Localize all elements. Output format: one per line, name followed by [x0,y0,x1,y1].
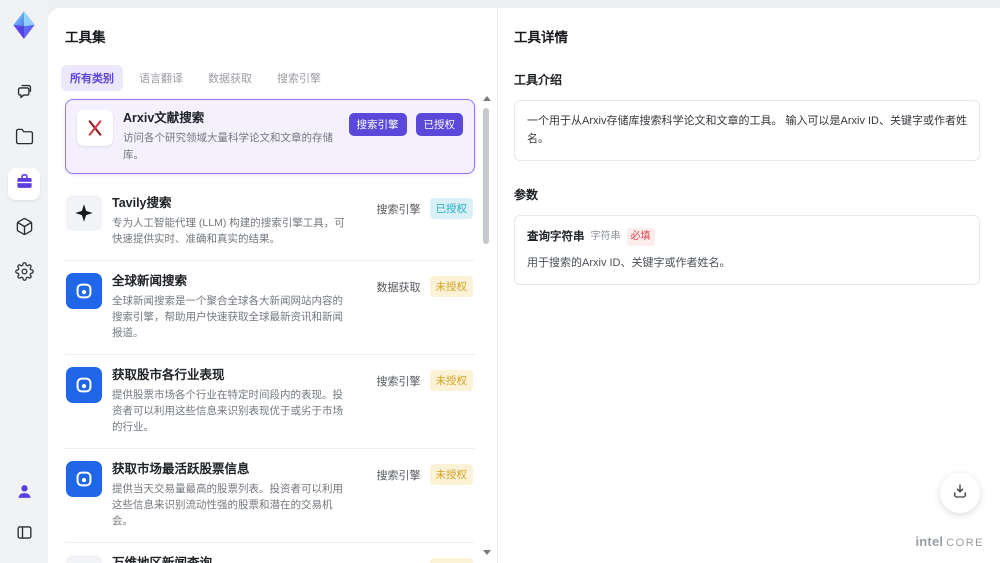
auth-status-badge: 未授权 [429,369,473,391]
tool-card-regional-news[interactable]: 万维地区新闻查询 查询具体行政区划内的新闻，快速了解各地新闻动 搜索引擎 未授权 [65,543,475,563]
tool-card-global-news[interactable]: 全球新闻搜索 全球新闻搜索是一个聚合全球各大新闻网站内容的搜索引擎，帮助用户快速… [65,261,475,355]
stock-search-icon [66,460,102,497]
category-badge: 搜索引擎 [348,113,407,136]
sidebar-item-tools[interactable] [8,168,40,200]
tool-name: 万维地区新闻查询 [112,555,213,563]
auth-status-badge: 已授权 [429,197,473,219]
auth-status-badge: 已授权 [415,113,463,136]
brand-core: core [946,537,984,549]
folder-icon [15,127,34,151]
category-label: 搜索引擎 [377,558,421,563]
scroll-down-arrow-icon[interactable] [483,550,491,555]
gear-icon [14,262,34,286]
intro-box: 一个用于从Arxiv存储库搜索科学论文和文章的工具。 输入可以是Arxiv ID… [514,100,980,162]
news-search-icon [66,272,102,309]
auth-status-badge: 未授权 [429,557,473,563]
tool-description: 提供当天交易量最高的股票列表。投资者可以利用这些信息来识别流动性强的股票和潜在的… [112,482,343,528]
tool-description: 提供股票市场各个行业在特定时间段内的表现。投资者可以利用这些信息来识别表现优于或… [112,388,343,434]
tool-card-arxiv[interactable]: Arxiv文献搜索 访问各个研究领域大量科学论文和文章的存储库。 搜索引擎 已授… [65,99,475,174]
panel-toggle-icon [15,523,34,547]
download-button[interactable] [940,473,980,513]
tool-name: 全球新闻搜索 [112,273,188,288]
chat-icon [15,82,34,106]
tool-description: 访问各个研究领域大量科学论文和文章的存储库。 [123,132,333,161]
param-required-badge: 必填 [626,228,655,247]
main-shell: 工具集 所有类别 语言翻译 数据获取 搜索引擎 Arxiv文献搜索 访问各个研究… [48,8,1000,563]
scrollbar-thumb[interactable] [483,108,489,244]
param-box: 查询字符串 字符串 必填 用于搜索的Arxiv ID、关键字或作者姓名。 [514,215,980,286]
tool-name: 获取市场最活跃股票信息 [112,461,250,476]
sidebar-item-settings[interactable] [8,258,40,290]
newspaper-icon [66,554,102,563]
sidebar-item-chat[interactable] [8,78,40,110]
avatar-icon [15,482,34,506]
param-type: 字符串 [590,231,621,243]
list-scrollbar[interactable] [482,96,491,555]
intel-core-logo: intel core [915,534,984,549]
category-label: 数据获取 [376,281,421,294]
details-title: 工具详情 [514,30,568,45]
user-avatar[interactable] [8,478,40,510]
download-icon [951,482,969,505]
collapse-sidebar-button[interactable] [8,519,40,551]
tool-description: 全球新闻搜索是一个聚合全球各大新闻网站内容的搜索引擎，帮助用户快速获取全球最新资… [112,294,343,340]
sidebar-item-files[interactable] [8,123,40,155]
arxiv-logo-icon [77,110,113,146]
left-rail [0,0,48,563]
tab-search-engine[interactable]: 搜索引擎 [268,65,330,91]
tool-list: Arxiv文献搜索 访问各个研究领域大量科学论文和文章的存储库。 搜索引擎 已授… [65,99,475,563]
tool-card-sector-performance[interactable]: 获取股市各行业表现 提供股票市场各个行业在特定时间段内的表现。投资者可以利用这些… [65,355,475,449]
tab-language-translation[interactable]: 语言翻译 [130,65,192,91]
params-heading: 参数 [514,188,539,203]
scroll-up-arrow-icon[interactable] [483,96,491,101]
auth-status-badge: 未授权 [429,275,473,297]
tool-name: Tavily搜索 [112,195,172,210]
tavily-star-icon [66,194,102,231]
category-tabs: 所有类别 语言翻译 数据获取 搜索引擎 [61,65,497,91]
tab-data-acquisition[interactable]: 数据获取 [199,65,261,91]
param-description: 用于搜索的Arxiv ID、关键字或作者姓名。 [527,256,731,269]
cube-icon [15,217,34,241]
tool-details-pane: 工具详情 工具介绍 一个用于从Arxiv存储库搜索科学论文和文章的工具。 输入可… [498,8,1000,563]
tool-card-tavily[interactable]: Tavily搜索 专为人工智能代理 (LLM) 构建的搜索引擎工具，可快速提供实… [65,183,475,261]
tab-all-categories[interactable]: 所有类别 [61,65,123,91]
briefcase-icon [15,172,34,196]
intro-heading: 工具介绍 [514,73,563,87]
tool-description: 专为人工智能代理 (LLM) 构建的搜索引擎工具，可快速提供实时、准确和真实的结… [112,217,345,246]
app-logo-gem-icon [7,8,41,42]
category-label: 搜索引擎 [376,375,421,388]
sidebar-item-plugins[interactable] [8,213,40,245]
category-label: 搜索引擎 [376,203,421,216]
tool-name: 获取股市各行业表现 [112,367,225,382]
param-name: 查询字符串 [527,231,585,244]
tool-name: Arxiv文献搜索 [123,111,205,125]
stock-search-icon [66,366,102,403]
brand-intel: intel [915,534,944,549]
auth-status-badge: 未授权 [429,463,473,485]
tool-card-most-active-stocks[interactable]: 获取市场最活跃股票信息 提供当天交易量最高的股票列表。投资者可以利用这些信息来识… [65,449,475,543]
page-title: 工具集 [65,30,106,45]
toolset-pane: 工具集 所有类别 语言翻译 数据获取 搜索引擎 Arxiv文献搜索 访问各个研究… [48,8,498,563]
category-label: 搜索引擎 [376,469,421,482]
